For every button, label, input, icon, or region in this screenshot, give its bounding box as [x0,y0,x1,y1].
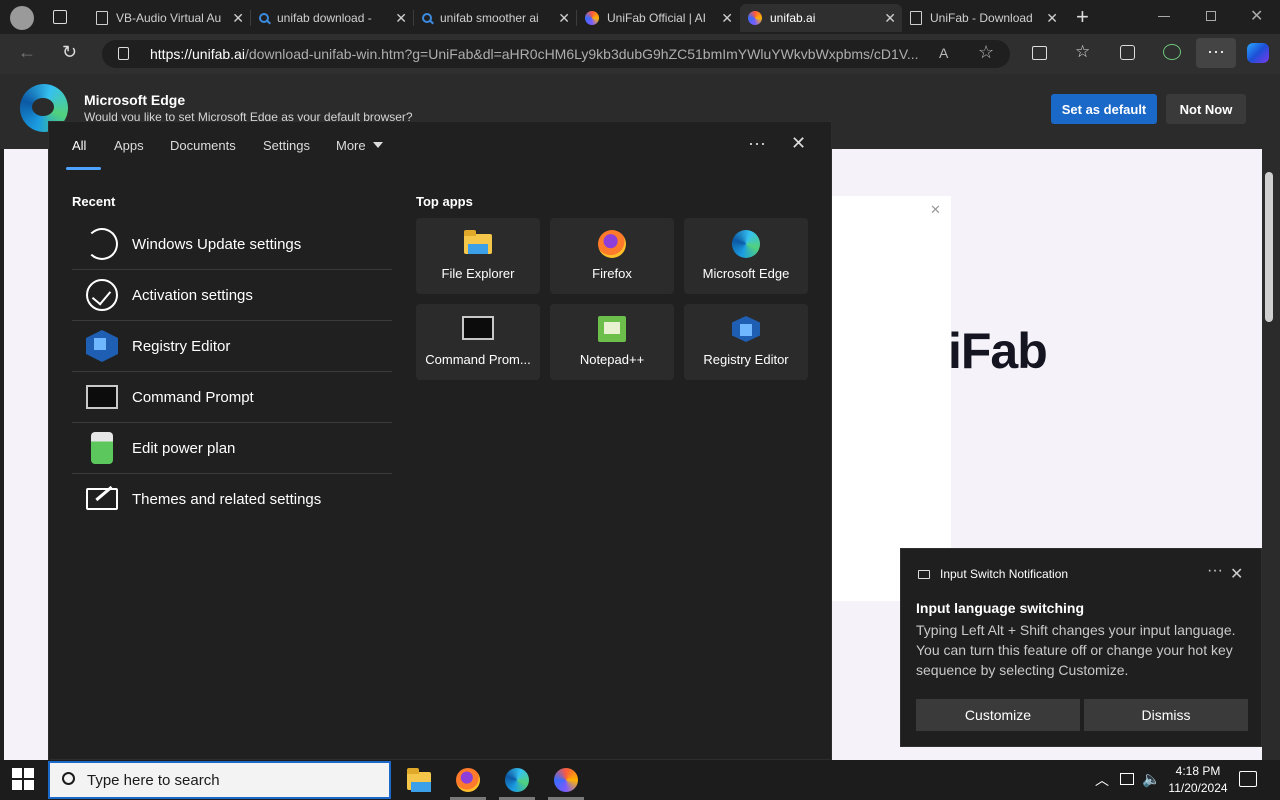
close-tab-icon[interactable]: ✕ [721,10,733,27]
close-tab-icon[interactable]: ✕ [1046,10,1058,27]
close-tab-icon[interactable]: ✕ [558,10,570,27]
app-tile-microsoft-edge[interactable]: Microsoft Edge [684,218,808,294]
list-item[interactable]: Command Prompt [72,372,392,422]
unifab-taskbar-icon[interactable] [554,768,578,792]
search-icon [62,772,75,785]
unifab-icon [585,11,599,25]
not-now-button[interactable]: Not Now [1166,94,1246,124]
notepad-plus-plus-icon [598,316,626,342]
volume-icon[interactable]: 🔈 [1142,770,1161,788]
app-tile-notepad-plus-plus[interactable]: Notepad++ [550,304,674,380]
restore-icon[interactable] [1206,11,1216,21]
browser-tab[interactable]: UniFab Official | AI ✕ [577,4,739,32]
recent-heading: Recent [72,194,116,209]
clock-time[interactable]: 4:18 PM [1164,764,1232,778]
start-button[interactable] [12,768,34,790]
settings-more-icon[interactable]: ··· [1196,38,1236,68]
page-icon [910,11,922,25]
registry-editor-icon [86,330,118,362]
more-options-icon[interactable]: ··· [748,133,766,154]
browser-tab[interactable]: VB-Audio Virtual Au ✕ [88,4,250,32]
tab-documents[interactable]: Documents [170,138,236,153]
browser-tab[interactable]: UniFab - Download ✕ [902,4,1064,32]
notification-title: Input language switching [916,600,1084,616]
browser-tab-active[interactable]: unifab.ai ✕ [740,4,902,32]
close-tab-icon[interactable]: ✕ [232,10,244,27]
tab-settings[interactable]: Settings [263,138,310,153]
tab-actions-icon[interactable] [53,10,67,24]
close-tab-icon[interactable]: ✕ [395,10,407,27]
lock-icon[interactable] [118,47,129,60]
read-aloud-icon[interactable]: A [939,45,948,61]
browser-tab[interactable]: unifab download - ✕ [251,4,413,32]
collections-icon[interactable] [1120,45,1135,60]
new-tab-icon[interactable]: + [1076,4,1089,30]
refresh-icon [86,228,118,260]
url-text[interactable]: https://unifab.ai/download-unifab-win.ht… [150,46,930,62]
edge-taskbar-icon[interactable] [505,768,529,792]
firefox-taskbar-icon[interactable] [456,768,480,792]
banner-title: Microsoft Edge [84,92,186,108]
unifab-brand-text: iFab [948,323,1048,379]
network-icon[interactable] [1120,773,1134,785]
command-prompt-icon [462,316,494,340]
favorite-star-icon[interactable]: ☆ [978,42,994,63]
minimize-icon[interactable] [1158,16,1170,17]
battery-icon [91,432,113,464]
back-icon[interactable]: ← [18,42,36,63]
search-icon [259,13,269,23]
chevron-up-icon[interactable]: ︿ [1095,770,1109,790]
customize-button[interactable]: Customize [916,699,1080,731]
themes-icon [86,488,118,510]
app-tile-registry-editor[interactable]: Registry Editor [684,304,808,380]
notification-body: Typing Left Alt + Shift changes your inp… [916,622,1236,678]
edge-icon [732,230,760,258]
refresh-icon[interactable]: ↻ [62,42,77,63]
keyboard-icon [918,570,930,579]
clock-date[interactable]: 11/20/2024 [1164,781,1232,795]
chevron-down-icon [373,142,383,148]
popup-close-icon[interactable]: ✕ [930,202,941,218]
tab-apps[interactable]: Apps [114,138,144,153]
set-default-button[interactable]: Set as default [1051,94,1157,124]
profile-avatar[interactable] [10,6,34,30]
unifab-icon [748,11,762,25]
favorites-icon[interactable]: ☆ [1075,42,1090,62]
file-explorer-icon [464,230,492,254]
list-item[interactable]: Windows Update settings [72,219,392,269]
close-tab-icon[interactable]: ✕ [884,10,896,27]
registry-editor-icon [732,316,760,342]
web-popup [830,196,951,601]
list-item[interactable]: Edit power plan [72,423,392,473]
firefox-icon [598,230,626,258]
search-icon [422,13,432,23]
more-options-icon[interactable]: ··· [1207,562,1223,580]
tab-more[interactable]: More [336,138,366,153]
command-prompt-icon [86,385,118,409]
search-placeholder: Type here to search [87,772,220,789]
app-tile-file-explorer[interactable]: File Explorer [416,218,540,294]
window-close-icon[interactable]: ✕ [1250,6,1263,26]
list-item[interactable]: Activation settings [72,270,392,320]
active-tab-indicator [66,167,101,170]
app-tile-command-prompt[interactable]: Command Prom... [416,304,540,380]
browser-tab[interactable]: unifab smoother ai ✕ [414,4,576,32]
dismiss-button[interactable]: Dismiss [1084,699,1248,731]
tab-all[interactable]: All [72,138,86,153]
app-tile-firefox[interactable]: Firefox [550,218,674,294]
copilot-icon[interactable] [1247,43,1269,63]
page-icon [96,11,108,25]
list-item[interactable]: Registry Editor [72,321,392,371]
split-screen-icon[interactable] [1032,46,1047,60]
file-explorer-taskbar-icon[interactable] [407,768,431,792]
close-icon[interactable]: ✕ [1230,564,1243,584]
close-icon[interactable]: ✕ [791,133,806,154]
check-circle-icon [86,279,118,311]
notification-app-name: Input Switch Notification [940,567,1069,581]
notification-center-icon[interactable] [1239,771,1257,787]
scrollbar-thumb[interactable] [1265,172,1273,322]
extension-icon[interactable] [1163,44,1181,60]
list-item[interactable]: Themes and related settings [72,474,392,524]
top-apps-heading: Top apps [416,194,473,209]
